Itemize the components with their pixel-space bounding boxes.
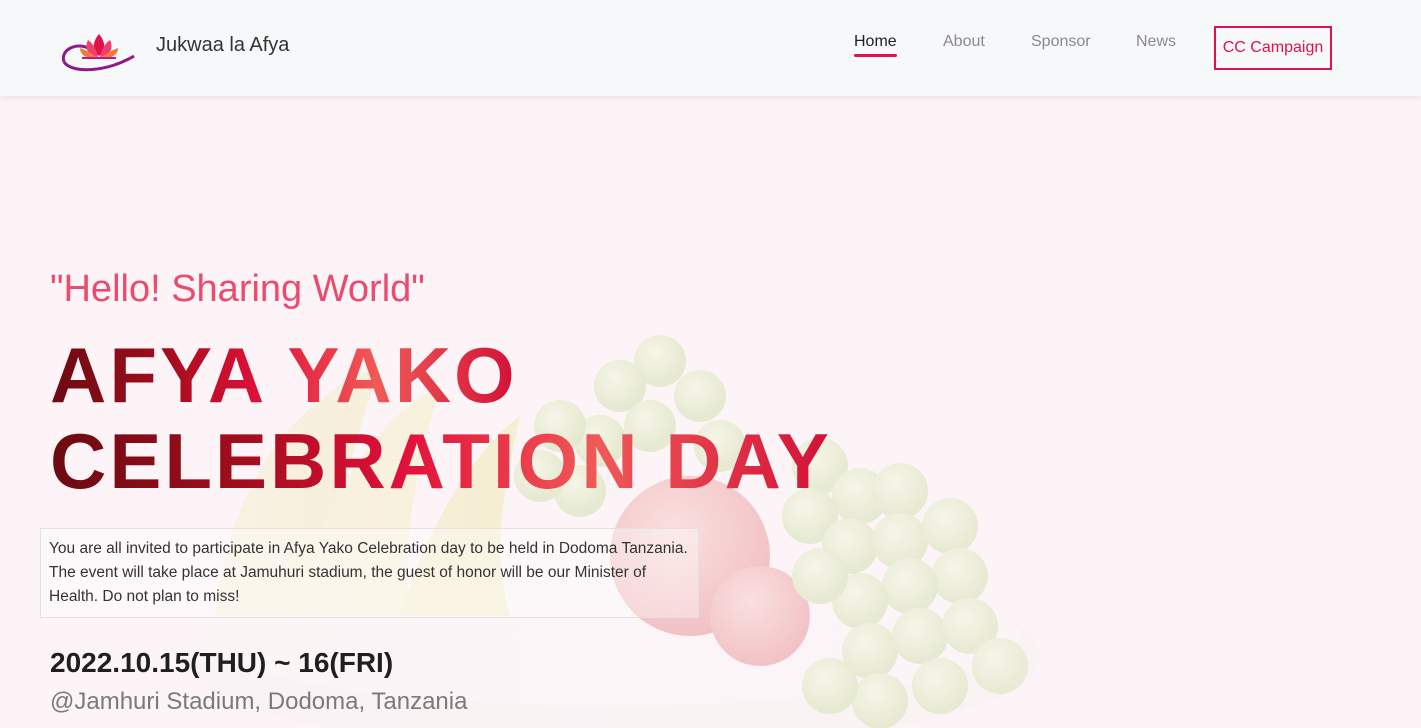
site-header: Jukwaa la Afya Home About Sponsor News C… bbox=[0, 0, 1421, 96]
nav-news[interactable]: News bbox=[1136, 33, 1176, 51]
hero-title-line-1: AFYA YAKO bbox=[50, 331, 518, 419]
cc-campaign-button[interactable]: CC Campaign bbox=[1214, 26, 1332, 70]
hero-title-line-2: CELEBRATION DAY bbox=[50, 417, 832, 505]
lotus-logo-icon[interactable] bbox=[58, 26, 140, 74]
nav-about[interactable]: About bbox=[943, 33, 985, 51]
nav-sponsor[interactable]: Sponsor bbox=[1031, 33, 1091, 51]
event-venue: @Jamhuri Stadium, Dodoma, Tanzania bbox=[50, 688, 468, 715]
event-date: 2022.10.15(THU) ~ 16(FRI) bbox=[50, 647, 394, 678]
event-description: You are all invited to participate in Af… bbox=[40, 528, 699, 618]
hero-tagline: "Hello! Sharing World" bbox=[50, 268, 425, 310]
nav-home[interactable]: Home bbox=[854, 33, 897, 57]
brand-name[interactable]: Jukwaa la Afya bbox=[156, 34, 289, 57]
